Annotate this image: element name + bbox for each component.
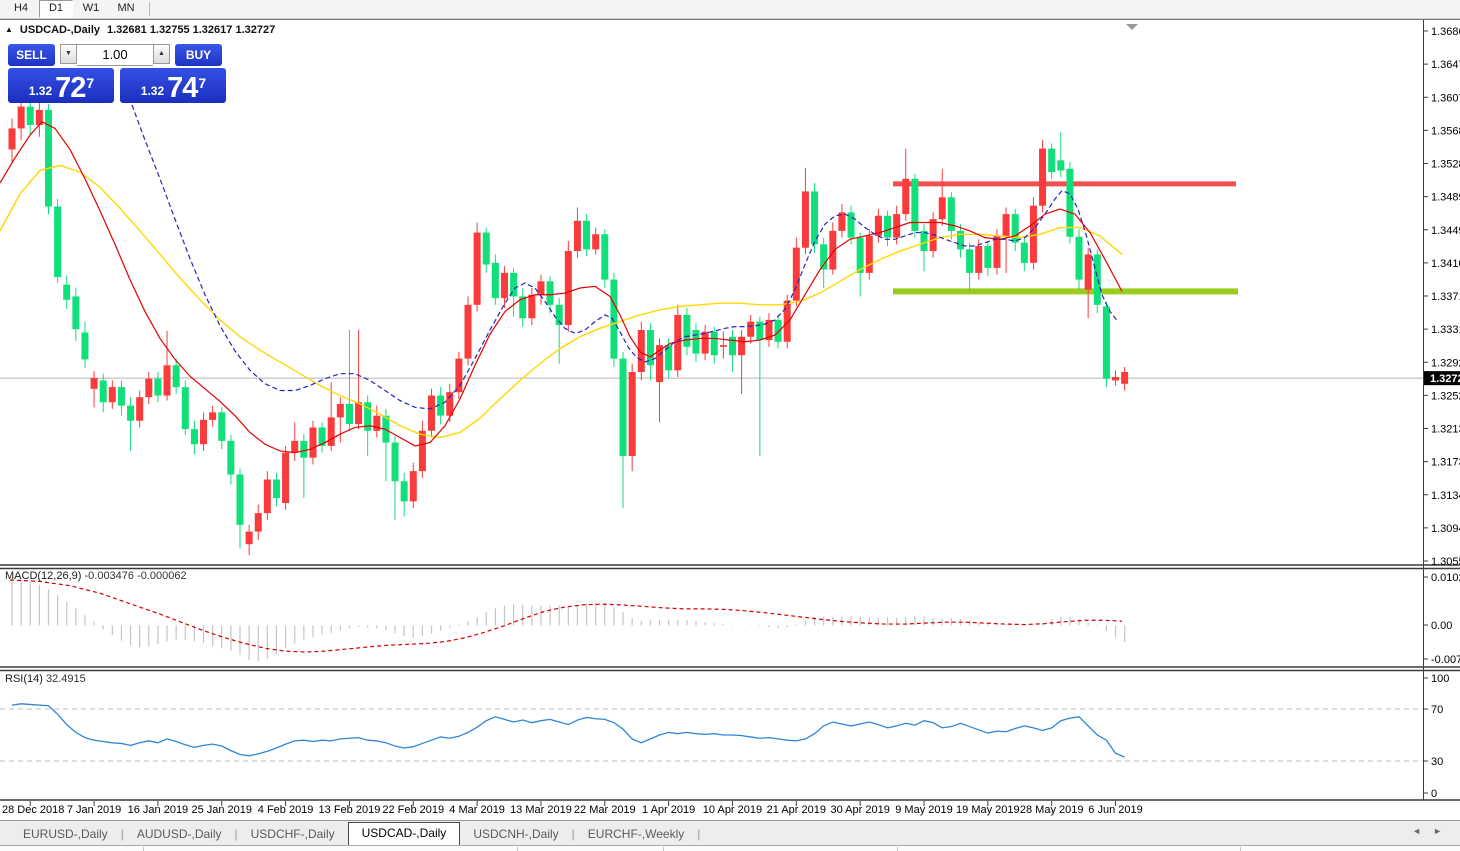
macd-label: MACD(12,26,9) -0.003476 -0.000062: [5, 570, 187, 582]
svg-text:1 Apr 2019: 1 Apr 2019: [642, 804, 695, 816]
svg-text:1.36070: 1.36070: [1431, 92, 1460, 104]
status-pane-divider: [517, 847, 518, 851]
chart-title: ▲ USDCAD-,Daily 1.32681 1.32755 1.32617 …: [5, 24, 275, 36]
current-price-tag: 1.32727: [1430, 373, 1460, 385]
ma-fast-red: [0, 122, 1122, 453]
chart-ohlc-values: 1.32681 1.32755 1.32617 1.32727: [107, 24, 275, 36]
rsi-label: RSI(14) 32.4915: [5, 673, 86, 685]
chart-tab-usdcad-daily[interactable]: USDCAD-,Daily: [348, 822, 461, 845]
tab-scroll-left-icon: ◄: [1412, 826, 1433, 836]
svg-text:13 Feb 2019: 13 Feb 2019: [319, 804, 381, 816]
svg-text:7 Jan 2019: 7 Jan 2019: [67, 804, 121, 816]
svg-text:19 May 2019: 19 May 2019: [956, 804, 1020, 816]
svg-text:1.33310: 1.33310: [1431, 324, 1460, 336]
rsi-pane: 100 70 30 0: [0, 673, 1449, 800]
tab-scroll-right-icon: ►: [1433, 826, 1454, 836]
svg-text:13 Mar 2019: 13 Mar 2019: [510, 804, 572, 816]
chart-symbol-label: USDCAD-,Daily: [20, 24, 100, 36]
svg-text:1.32130: 1.32130: [1431, 424, 1460, 436]
svg-text:22 Feb 2019: 22 Feb 2019: [382, 804, 444, 816]
macd-signal-line: [10, 580, 1122, 652]
svg-text:1.36470: 1.36470: [1431, 59, 1460, 71]
chart-tab-usdcnh-daily[interactable]: USDCNH-,Daily: [460, 824, 571, 845]
chart-frame: [0, 20, 1460, 801]
svg-text:6 Jun 2019: 6 Jun 2019: [1088, 804, 1142, 816]
tab-scroll-arrows[interactable]: ◄►: [1412, 826, 1454, 836]
buy-price-big: 74: [167, 75, 197, 101]
svg-text:1.31340: 1.31340: [1431, 490, 1460, 502]
svg-text:16 Jan 2019: 16 Jan 2019: [128, 804, 189, 816]
sell-price-pip: 7: [86, 75, 94, 91]
svg-text:9 May 2019: 9 May 2019: [895, 804, 952, 816]
svg-text:1.34890: 1.34890: [1431, 192, 1460, 204]
svg-text:1.36860: 1.36860: [1431, 26, 1460, 38]
chart-tab-usdchf-daily[interactable]: USDCHF-,Daily: [238, 824, 348, 845]
svg-text:0: 0: [1431, 788, 1437, 800]
svg-text:100: 100: [1431, 673, 1449, 685]
sell-price-big: 72: [55, 75, 85, 101]
svg-text:25 Jan 2019: 25 Jan 2019: [191, 804, 252, 816]
chart-tab-eurusd-daily[interactable]: EURUSD-,Daily: [10, 824, 121, 845]
one-click-trading-panel: SELL ▼ 1.00 ▲ BUY 1.32727 1.32747: [8, 44, 226, 103]
sell-price-prefix: 1.32: [29, 84, 52, 98]
svg-text:1.30940: 1.30940: [1431, 523, 1460, 535]
sell-price-tile[interactable]: 1.32727: [8, 68, 114, 103]
svg-text:1.30550: 1.30550: [1431, 556, 1460, 568]
svg-text:1.32520: 1.32520: [1431, 390, 1460, 402]
buy-price-prefix: 1.32: [141, 84, 164, 98]
mt4-terminal: H4D1W1MN 1.368601.364701.360701.356801.3…: [0, 0, 1460, 851]
svg-text:30 Apr 2019: 30 Apr 2019: [830, 804, 889, 816]
svg-text:10 Apr 2019: 10 Apr 2019: [703, 804, 762, 816]
buy-price-tile[interactable]: 1.32747: [120, 68, 226, 103]
svg-text:1.33710: 1.33710: [1431, 291, 1460, 303]
svg-text:21 Apr 2019: 21 Apr 2019: [767, 804, 826, 816]
sell-button[interactable]: SELL: [8, 44, 55, 66]
price-scale[interactable]: 1.36860 1.36470 1.36070 1.35680 1.35280 1.348…: [1424, 26, 1460, 568]
buy-price-pip: 7: [198, 75, 206, 91]
lot-size-input[interactable]: 1.00: [77, 44, 153, 66]
date-axis[interactable]: 28 Dec 20187 Jan 2019 16 Jan 201925 Jan 2…: [2, 801, 1143, 816]
support-line: [893, 288, 1238, 294]
status-pane-divider: [1240, 847, 1241, 851]
svg-text:1.31730: 1.31730: [1431, 457, 1460, 469]
lot-increase-button[interactable]: ▲: [153, 44, 170, 64]
resistance-line: [893, 181, 1236, 186]
chart-tab-bar: EURUSD-,Daily|AUDUSD-,Daily|USDCHF-,Dail…: [0, 820, 1460, 845]
svg-text:1.35680: 1.35680: [1431, 125, 1460, 137]
svg-text:0.010229: 0.010229: [1431, 572, 1460, 584]
candles-layer: [9, 97, 1129, 556]
svg-text:30: 30: [1431, 756, 1443, 768]
svg-text:28 Dec 2018: 28 Dec 2018: [2, 804, 64, 816]
chart-shift-marker-icon: [1126, 24, 1138, 30]
svg-text:4 Feb 2019: 4 Feb 2019: [258, 804, 314, 816]
svg-text:1.35280: 1.35280: [1431, 159, 1460, 171]
svg-text:1.34490: 1.34490: [1431, 225, 1460, 237]
svg-text:70: 70: [1431, 704, 1443, 716]
chart-tab-eurchf-weekly[interactable]: EURCHF-,Weekly: [575, 824, 697, 845]
tab-separator: |: [697, 827, 700, 845]
svg-text:1.32920: 1.32920: [1431, 357, 1460, 369]
lot-decrease-button[interactable]: ▼: [60, 44, 77, 64]
status-pane-divider: [663, 847, 664, 851]
collapse-triangle-icon[interactable]: ▲: [5, 25, 13, 34]
svg-text:4 Mar 2019: 4 Mar 2019: [449, 804, 505, 816]
status-pane-divider: [143, 847, 144, 851]
svg-text:1.34100: 1.34100: [1431, 258, 1460, 270]
macd-pane: 0.010229 0.00 -0.007477: [12, 572, 1460, 666]
svg-text:0.00: 0.00: [1431, 620, 1452, 632]
status-pane-divider: [897, 847, 898, 851]
svg-text:22 Mar 2019: 22 Mar 2019: [574, 804, 636, 816]
chart-canvas[interactable]: 1.36860 1.36470 1.36070 1.35680 1.35280 1.348…: [0, 0, 1460, 851]
chart-tab-audusd-daily[interactable]: AUDUSD-,Daily: [124, 824, 235, 845]
buy-button[interactable]: BUY: [175, 44, 222, 66]
rsi-line: [12, 704, 1125, 757]
status-strip: [0, 845, 1460, 851]
svg-text:28 May 2019: 28 May 2019: [1020, 804, 1084, 816]
svg-text:-0.007477: -0.007477: [1431, 654, 1460, 666]
